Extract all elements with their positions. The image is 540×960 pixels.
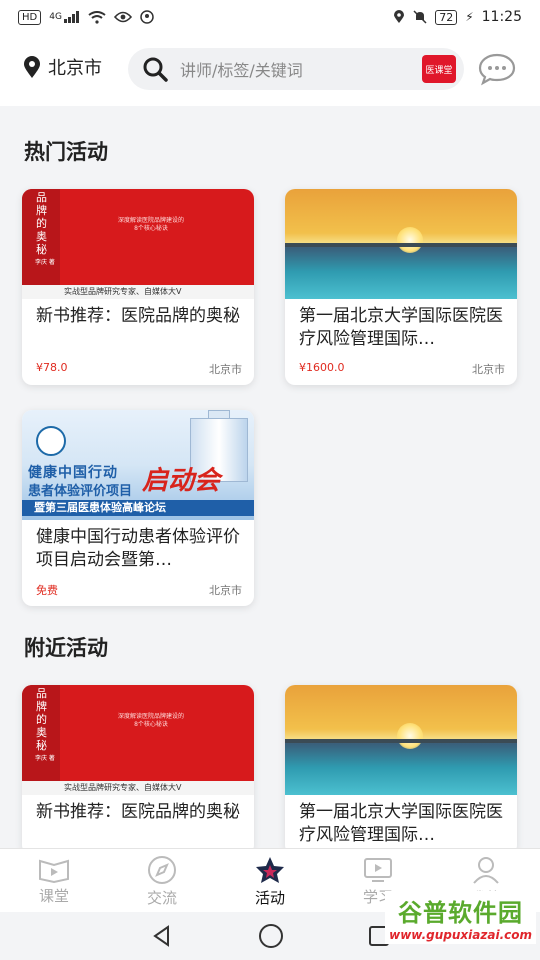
tab-label: 课堂 (38, 886, 69, 905)
charging-icon: ⚡ (465, 10, 474, 24)
horizon (285, 739, 517, 743)
activity-card[interactable]: 第一届北京大学国际医院医疗风险管理国际… ¥1600.0 北京市 (285, 189, 517, 385)
search-placeholder: 讲师/标签/关键词 (180, 61, 303, 80)
video-icon (364, 857, 392, 882)
activity-card[interactable]: 第一届北京大学国际医院医疗风险管理国际… (285, 685, 517, 855)
location-pin-icon (24, 56, 40, 78)
card-price: ¥78.0 (36, 361, 68, 374)
back-icon[interactable] (150, 924, 174, 948)
sun (397, 723, 423, 749)
card-city: 北京市 (209, 363, 242, 376)
book-spine-text: 品牌的奥秘 (36, 191, 47, 256)
nearby-activities-title: 附近活动 (24, 636, 108, 660)
tab-activities[interactable]: 活动 (216, 849, 324, 913)
wifi-icon (88, 10, 106, 24)
location-status-icon (394, 10, 405, 23)
banner-line1: 健康中国行动 (28, 465, 118, 481)
message-button[interactable] (477, 52, 517, 90)
tab-label: 交流 (146, 888, 177, 907)
banner-line2: 患者体验评价项目 (28, 484, 133, 499)
mute-icon (413, 10, 427, 24)
activity-card[interactable]: 健康中国行动 患者体验评价项目 启动会 暨第三届医患体验高峰论坛 健康中国行动患… (22, 410, 254, 606)
user-icon (473, 856, 499, 884)
account-icon (140, 10, 154, 24)
card-title: 新书推荐：医院品牌的奥秘 (36, 306, 240, 326)
star-icon (256, 856, 284, 883)
status-bar: HD 4G 72 ⚡ 11:25 (0, 0, 540, 34)
emblem-icon (36, 426, 66, 456)
tab-label: 活动 (254, 888, 285, 907)
card-price: 免费 (36, 584, 58, 597)
book-cover-image: 品牌的奥秘 李庆 著 深度解读医院品牌建设的 8个核心秘诀 实战型品牌研究专家、… (22, 685, 254, 795)
book-spine-text: 品牌的奥秘 (36, 687, 47, 752)
signal-icon (63, 11, 79, 23)
hd-indicator: HD (18, 9, 42, 25)
brand-logo: 医课堂 (422, 55, 456, 83)
card-title: 健康中国行动患者体验评价项目启动会暨第… (36, 527, 240, 570)
battery-level: 72 (435, 9, 458, 25)
card-price: ¥1600.0 (299, 361, 345, 374)
card-title: 第一届北京大学国际医院医疗风险管理国际… (299, 306, 503, 349)
compass-icon (148, 855, 176, 884)
horizon (285, 243, 517, 247)
banner-subtitle: 暨第三届医患体验高峰论坛 (22, 500, 254, 516)
book-cover-image: 品牌的奥秘 李庆 著 深度解读医院品牌建设的 8个核心秘诀 实战型品牌研究专家、… (22, 189, 254, 299)
book-strip: 实战型品牌研究专家、自媒体大V (22, 285, 254, 299)
signal-label: 4G (49, 12, 62, 22)
sunset-image (285, 189, 517, 299)
location-selector[interactable]: 北京市 (22, 54, 102, 80)
hot-activities-title: 热门活动 (24, 140, 108, 164)
play-book-icon (39, 859, 69, 883)
card-city: 北京市 (209, 584, 242, 597)
eye-icon (113, 11, 132, 23)
book-author: 李庆 著 (35, 259, 55, 266)
card-city: 北京市 (472, 363, 505, 376)
banner-headline: 启动会 (142, 466, 221, 496)
search-bar[interactable]: 讲师/标签/关键词 医课堂 (128, 48, 464, 90)
book-tagline: 深度解读医院品牌建设的 8个核心秘诀 (118, 217, 185, 232)
watermark-url: www.gupuxiazai.com (389, 928, 532, 942)
book-tagline: 深度解读医院品牌建设的 8个核心秘诀 (118, 713, 185, 728)
sunset-image (285, 685, 517, 795)
activity-card[interactable]: 品牌的奥秘 李庆 著 深度解读医院品牌建设的 8个核心秘诀 实战型品牌研究专家、… (22, 685, 254, 855)
location-label: 北京市 (48, 58, 102, 79)
chat-bubble-icon (478, 53, 516, 86)
activity-card[interactable]: 品牌的奥秘 李庆 著 深度解读医院品牌建设的 8个核心秘诀 实战型品牌研究专家、… (22, 189, 254, 385)
search-icon (143, 57, 168, 82)
watermark: 谷普软件园 www.gupuxiazai.com (385, 891, 536, 944)
watermark-title: 谷普软件园 (398, 899, 524, 927)
home-icon[interactable] (258, 923, 284, 949)
book-strip: 实战型品牌研究专家、自媒体大V (22, 781, 254, 795)
health-banner-image: 健康中国行动 患者体验评价项目 启动会 暨第三届医患体验高峰论坛 (22, 410, 254, 520)
card-title: 新书推荐：医院品牌的奥秘 (36, 802, 240, 822)
clock: 11:25 (481, 9, 522, 25)
card-title: 第一届北京大学国际医院医疗风险管理国际… (299, 802, 503, 845)
sun (397, 227, 423, 253)
tab-classroom[interactable]: 课堂 (0, 849, 108, 913)
top-header: 北京市 讲师/标签/关键词 医课堂 (0, 34, 540, 106)
book-author: 李庆 著 (35, 755, 55, 762)
tab-exchange[interactable]: 交流 (108, 849, 216, 913)
